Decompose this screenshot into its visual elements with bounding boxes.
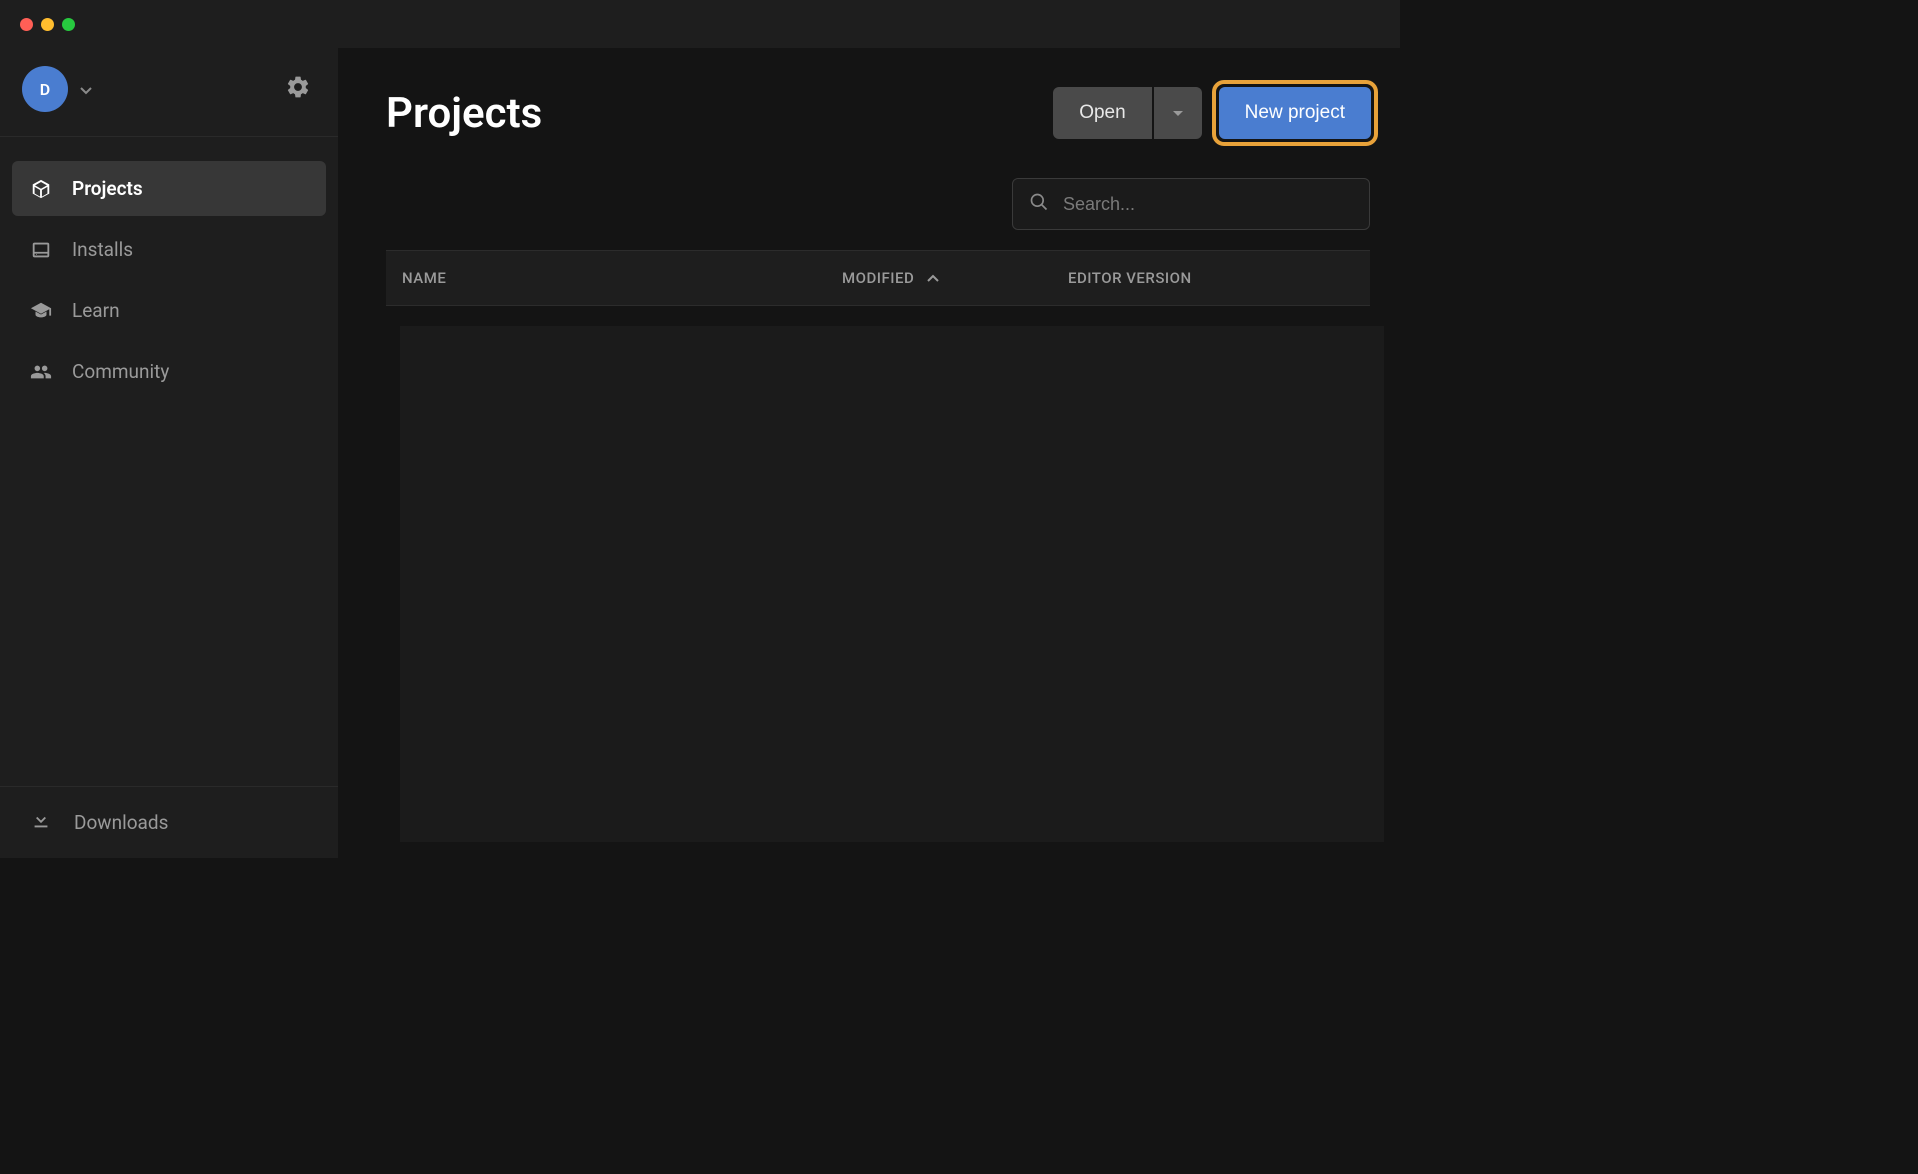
column-header-editor-version[interactable]: EDITOR VERSION [1068,251,1354,305]
column-label: EDITOR VERSION [1068,269,1192,287]
minimize-window-button[interactable] [41,18,54,31]
header-actions: Open New project [1053,80,1378,146]
caret-down-icon [1172,102,1184,124]
sidebar-item-label: Learn [72,299,120,322]
search-row [338,146,1400,250]
table-body-empty [400,326,1384,842]
sidebar-item-learn[interactable]: Learn [12,283,326,338]
sidebar-item-label: Projects [72,177,143,200]
settings-button[interactable] [282,73,314,105]
search-input[interactable] [1063,194,1353,215]
sidebar: D Projects [0,48,338,858]
open-button-label: Open [1079,102,1125,124]
avatar-initial: D [40,80,50,99]
sidebar-item-projects[interactable]: Projects [12,161,326,216]
sidebar-header: D [0,48,338,137]
open-button-group: Open [1053,87,1201,139]
main-header: Projects Open New [338,48,1400,146]
sidebar-item-community[interactable]: Community [12,344,326,399]
graduation-icon [30,300,52,322]
avatar: D [22,66,68,112]
window-titlebar [0,0,1400,48]
search-box[interactable] [1012,178,1370,230]
sidebar-item-downloads[interactable]: Downloads [0,786,338,858]
sidebar-item-installs[interactable]: Installs [12,222,326,277]
chevron-down-icon [80,80,92,99]
downloads-label: Downloads [74,811,168,834]
sidebar-item-label: Installs [72,238,133,261]
projects-table: NAME MODIFIED EDITOR VERSION [338,250,1400,858]
sidebar-nav: Projects Installs Learn Community [0,137,338,786]
maximize-window-button[interactable] [62,18,75,31]
people-icon [30,361,52,383]
column-label: NAME [402,269,446,287]
download-icon [30,809,52,836]
new-project-label: New project [1245,102,1345,124]
account-switcher[interactable]: D [22,66,92,112]
main-content: Projects Open New [338,48,1400,858]
close-window-button[interactable] [20,18,33,31]
gear-icon [285,74,311,104]
sort-asc-icon [926,269,940,287]
open-dropdown-button[interactable] [1154,87,1202,139]
drive-icon [30,239,52,261]
cube-icon [30,178,52,200]
column-header-name[interactable]: NAME [402,251,842,305]
page-title: Projects [386,89,542,138]
search-icon [1029,192,1049,216]
table-header-row: NAME MODIFIED EDITOR VERSION [386,250,1370,306]
open-button[interactable]: Open [1053,87,1151,139]
new-project-button[interactable]: New project [1219,87,1371,139]
sidebar-item-label: Community [72,360,169,383]
column-label: MODIFIED [842,269,914,287]
column-header-modified[interactable]: MODIFIED [842,251,1068,305]
new-project-highlight: New project [1212,80,1378,146]
